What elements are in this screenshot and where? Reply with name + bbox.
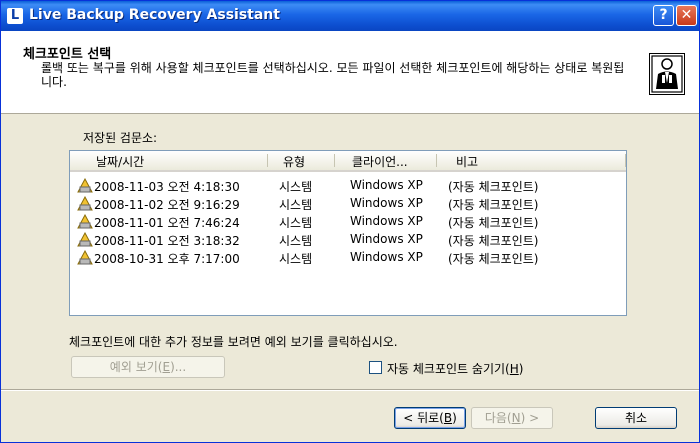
cell-client: Windows XP (350, 178, 423, 192)
info-text: 체크포인트에 대한 추가 정보를 보려면 예외 보기를 클릭하십시오. (69, 335, 398, 349)
table-row[interactable]: 2008-11-01 오전 3:18:32 시스템 Windows XP (자동… (70, 231, 626, 248)
cell-type: 시스템 (279, 216, 313, 230)
cell-datetime: 2008-11-01 오전 3:18:32 (94, 234, 240, 248)
cell-datetime: 2008-10-31 오후 7:17:00 (94, 252, 240, 266)
back-button[interactable]: < 뒤로(B) (394, 407, 466, 429)
column-divider[interactable] (625, 154, 626, 167)
next-button[interactable]: 다음(N) > (471, 407, 553, 429)
help-button[interactable]: ? (653, 5, 674, 26)
cell-note: (자동 체크포인트) (448, 234, 539, 248)
footer-divider (1, 389, 699, 391)
column-header-datetime[interactable]: 날짜/시간 (96, 153, 144, 170)
app-icon: L (7, 8, 23, 24)
cell-datetime: 2008-11-01 오전 7:46:24 (94, 216, 240, 230)
cell-datetime: 2008-11-02 오전 9:16:29 (94, 198, 240, 212)
cell-type: 시스템 (279, 180, 313, 194)
column-divider[interactable] (334, 154, 335, 167)
cell-client: Windows XP (350, 250, 423, 264)
checkpoint-icon (77, 196, 93, 211)
table-row[interactable]: 2008-11-02 오전 9:16:29 시스템 Windows XP (자동… (70, 195, 626, 212)
hide-auto-checkpoints-checkbox[interactable] (369, 361, 382, 374)
checkpoint-icon (77, 178, 93, 193)
cell-note: (자동 체크포인트) (448, 180, 539, 194)
table-row[interactable]: 2008-10-31 오후 7:17:00 시스템 Windows XP (자동… (70, 249, 626, 266)
checkpoint-list-label: 저장된 검문소: (83, 131, 158, 145)
cell-type: 시스템 (279, 198, 313, 212)
cancel-button[interactable]: 취소 (595, 407, 677, 429)
cell-note: (자동 체크포인트) (448, 252, 539, 266)
cell-client: Windows XP (350, 196, 423, 210)
cell-type: 시스템 (279, 234, 313, 248)
hide-auto-checkpoints-label[interactable]: 자동 체크포인트 숨기기(H) (387, 360, 523, 377)
cell-type: 시스템 (279, 252, 313, 266)
table-row[interactable]: 2008-11-01 오전 7:46:24 시스템 Windows XP (자동… (70, 213, 626, 230)
cell-client: Windows XP (350, 232, 423, 246)
page-title: 체크포인트 선택 (23, 47, 112, 62)
checkpoint-icon (77, 232, 93, 247)
wizard-person-icon (649, 53, 685, 95)
column-header-type[interactable]: 유형 (283, 153, 305, 170)
cell-note: (자동 체크포인트) (448, 216, 539, 230)
cell-note: (자동 체크포인트) (448, 198, 539, 212)
column-divider[interactable] (436, 154, 437, 167)
page-description: 롤백 또는 복구를 위해 사용할 체크포인트를 선택하십시오. 모든 파일이 선… (41, 61, 625, 89)
checkpoint-icon (77, 214, 93, 229)
column-header-client[interactable]: 클라이언... (352, 153, 408, 170)
column-header-note[interactable]: 비고 (456, 153, 478, 170)
cell-client: Windows XP (350, 214, 423, 228)
list-header: 날짜/시간 유형 클라이언... 비고 (70, 151, 626, 172)
wizard-header: 체크포인트 선택 롤백 또는 복구를 위해 사용할 체크포인트를 선택하십시오.… (1, 31, 699, 114)
view-exceptions-button[interactable]: 예외 보기(E)... (71, 356, 225, 378)
window-title: Live Backup Recovery Assistant (29, 7, 280, 23)
title-bar[interactable]: L Live Backup Recovery Assistant ? ✕ (1, 1, 699, 31)
checkpoint-list[interactable]: 날짜/시간 유형 클라이언... 비고 2008-11-03 오전 4:18:3… (69, 150, 627, 316)
dialog-window: L Live Backup Recovery Assistant ? ✕ 체크포… (0, 0, 700, 443)
close-button[interactable]: ✕ (676, 5, 697, 26)
table-row[interactable]: 2008-11-03 오전 4:18:30 시스템 Windows XP (자동… (70, 177, 626, 194)
column-divider[interactable] (267, 154, 268, 167)
cell-datetime: 2008-11-03 오전 4:18:30 (94, 180, 240, 194)
checkpoint-icon (77, 250, 93, 265)
